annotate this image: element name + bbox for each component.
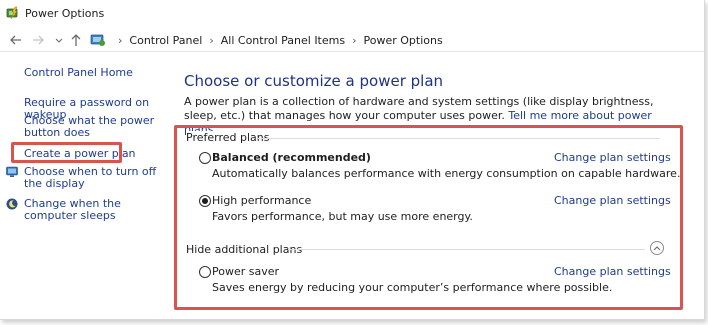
power-saver-plan-name[interactable]: Power saver — [212, 265, 279, 278]
preferred-divider — [258, 138, 660, 139]
back-arrow-icon[interactable] — [9, 32, 22, 48]
high-performance-radio[interactable] — [199, 195, 211, 207]
sleep-moon-icon — [6, 198, 18, 210]
breadcrumb-all-items[interactable]: All Control Panel Items — [221, 34, 345, 47]
breadcrumb-power-options[interactable]: Power Options — [364, 34, 443, 47]
breadcrumb-separator: › — [352, 33, 357, 47]
high-performance-plan-desc: Favors performance, but may use more ene… — [212, 210, 473, 223]
chevron-down-icon[interactable] — [55, 32, 63, 48]
title-bar: Power Options — [0, 0, 704, 28]
power-options-icon — [6, 6, 18, 20]
breadcrumb: › Control Panel › All Control Panel Item… — [90, 32, 443, 48]
address-bar: › Control Panel › All Control Panel Item… — [0, 28, 704, 52]
display-icon — [6, 166, 18, 177]
up-arrow-icon[interactable] — [70, 32, 82, 48]
balanced-change-settings-link[interactable]: Change plan settings — [554, 151, 671, 164]
additional-divider — [288, 249, 645, 250]
high-performance-plan-name[interactable]: High performance — [212, 194, 311, 207]
left-task-pane: Control Panel Home Require a password on… — [0, 52, 170, 319]
create-plan-highlight — [11, 142, 122, 163]
breadcrumb-control-panel[interactable]: Control Panel — [129, 34, 202, 47]
balanced-plan-name[interactable]: Balanced (recommended) — [212, 151, 371, 164]
high-performance-change-settings-link[interactable]: Change plan settings — [554, 194, 671, 207]
breadcrumb-separator: › — [209, 33, 214, 47]
balanced-radio[interactable] — [199, 152, 211, 164]
computer-sleeps-link[interactable]: Change when the computer sleeps — [24, 198, 164, 222]
balanced-plan-desc: Automatically balances performance with … — [212, 167, 681, 180]
page-title: Choose or customize a power plan — [184, 72, 444, 90]
turn-off-display-link[interactable]: Choose when to turn off the display — [24, 166, 164, 190]
power-options-window: Power Options › Control Panel › All Cont… — [0, 0, 705, 320]
control-panel-home-link[interactable]: Control Panel Home — [24, 67, 133, 79]
collapse-chevron-icon[interactable] — [650, 241, 664, 255]
forward-arrow-icon[interactable] — [32, 32, 45, 48]
power-saver-plan-desc: Saves energy by reducing your computer’s… — [212, 281, 613, 294]
breadcrumb-separator: › — [118, 33, 123, 47]
power-saver-change-settings-link[interactable]: Change plan settings — [554, 265, 671, 278]
window-title: Power Options — [25, 7, 105, 20]
power-button-link[interactable]: Choose what the power button does — [24, 115, 164, 139]
control-panel-icon — [90, 34, 105, 46]
power-saver-radio[interactable] — [199, 266, 211, 278]
